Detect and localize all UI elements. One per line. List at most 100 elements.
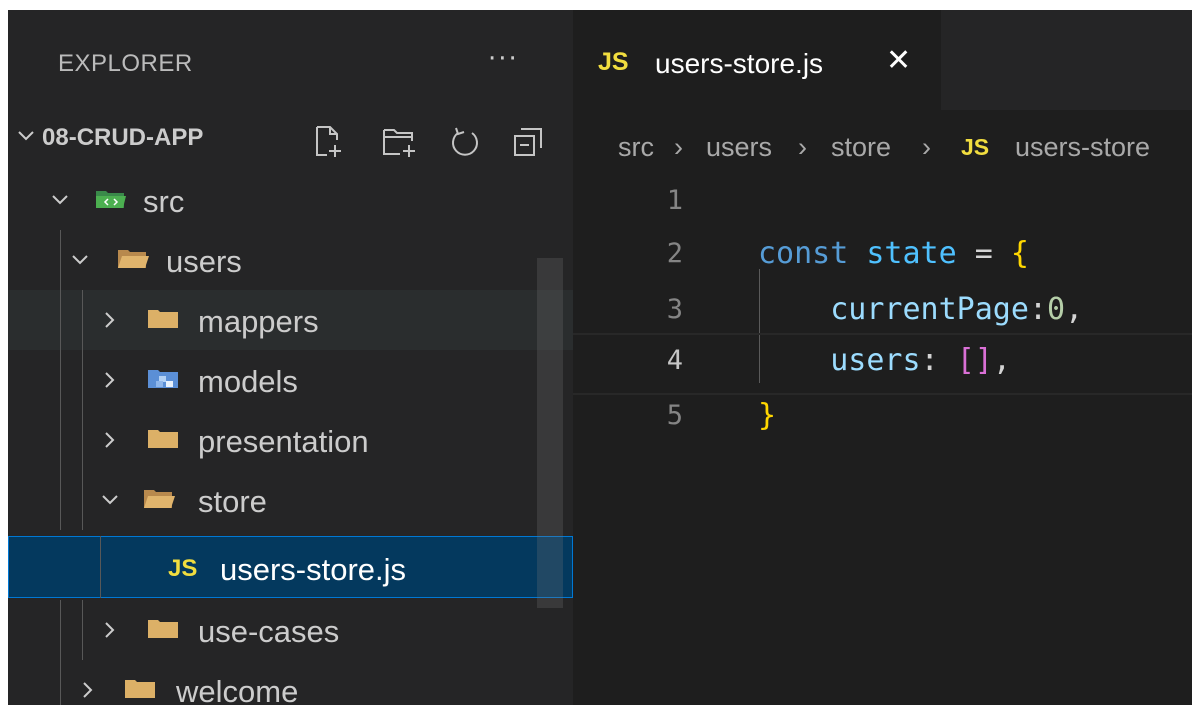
tab-bar: JS users-store.js ✕: [573, 10, 1192, 110]
identifier: state: [866, 236, 957, 271]
folder-icon: [148, 620, 178, 638]
indent-guide: [60, 230, 61, 290]
tree-item-models[interactable]: models: [8, 350, 573, 410]
line-number: 3: [666, 294, 683, 325]
code-text: users: [],: [758, 343, 1011, 378]
indent-guide: [60, 600, 61, 660]
line-number: 4: [666, 345, 683, 376]
tree-item-use-cases[interactable]: use-cases: [8, 600, 573, 660]
tree-item-welcome[interactable]: welcome: [8, 660, 573, 705]
close-icon[interactable]: ✕: [886, 43, 911, 78]
explorer-header: EXPLORER ···: [8, 10, 573, 110]
indent-guide: [82, 470, 83, 530]
punctuation: ,: [992, 343, 1011, 378]
code-editor[interactable]: 1 2 const state = { 3 currentPage:0, 4 u…: [573, 175, 1192, 705]
property: currentPage: [830, 292, 1029, 327]
bracket: {: [1010, 236, 1029, 271]
tab-users-store-js[interactable]: JS users-store.js ✕: [573, 10, 941, 110]
tree-item-presentation[interactable]: presentation: [8, 410, 573, 470]
chevron-right-icon: [105, 372, 115, 388]
folder-icon: [125, 680, 155, 698]
indent-guide: [82, 290, 83, 350]
code-line-4-current: 4 users: [],: [573, 333, 1192, 395]
chevron-right-icon: [105, 432, 115, 448]
indent-guide: [82, 350, 83, 410]
tree-label: welcome: [176, 674, 299, 705]
tree-label: use-cases: [198, 614, 340, 649]
tree-label: users-store.js: [220, 552, 407, 587]
chevron-right-icon: [105, 312, 115, 328]
project-header[interactable]: 08-CRUD-APP: [8, 110, 573, 170]
code-text: currentPage:0,: [758, 292, 1083, 327]
folder-icon: [148, 310, 178, 328]
refresh-icon[interactable]: [448, 124, 482, 160]
folder-open-icon: [118, 250, 149, 268]
indent-guide: [100, 536, 101, 598]
vscode-window: EXPLORER ··· 08-CRUD-APP src users mappe…: [8, 10, 1192, 705]
indent-guide: [60, 350, 61, 410]
collapse-all-icon[interactable]: [510, 124, 546, 160]
folder-icon: [148, 430, 178, 448]
chevron-right-icon: ›: [922, 132, 931, 162]
tree-label: src: [143, 184, 185, 219]
models-folder-icon: [148, 370, 178, 388]
punctuation: ,: [1065, 292, 1084, 327]
explorer-title: EXPLORER: [58, 50, 193, 77]
line-number: 2: [666, 238, 683, 269]
line-number: 5: [666, 400, 683, 431]
number: 0: [1047, 292, 1066, 327]
tree-item-src[interactable]: src: [8, 170, 573, 230]
breadcrumb-item-store[interactable]: store: [831, 132, 891, 163]
src-folder-icon: [96, 191, 126, 208]
tab-label: users-store.js: [655, 48, 824, 79]
chevron-down-icon: [72, 255, 88, 265]
breadcrumb: src › users › store › JS users-store: [573, 110, 1192, 175]
punctuation: :: [920, 343, 939, 378]
js-file-icon: JS: [168, 555, 198, 582]
operator: =: [974, 236, 993, 271]
code-text: }: [758, 398, 776, 433]
more-actions-button[interactable]: ···: [488, 44, 519, 74]
code-text: const state = {: [758, 236, 1029, 271]
indent-guide: [60, 410, 61, 470]
chevron-right-icon: ›: [798, 132, 807, 162]
tree-item-users[interactable]: users: [8, 230, 573, 290]
bracket: }: [758, 398, 777, 433]
tree-item-users-store-js[interactable]: JS users-store.js: [8, 536, 573, 598]
sidebar-scrollbar[interactable]: [537, 258, 563, 608]
indent-guide: [82, 600, 83, 660]
chevron-right-icon: ›: [674, 132, 683, 162]
tree-item-store[interactable]: store: [8, 470, 573, 530]
tree-label: users: [166, 244, 242, 279]
chevron-right-icon: [105, 622, 115, 638]
code-line-5: 5 }: [573, 390, 1192, 448]
indent-guide: [82, 410, 83, 470]
code-line-2: 2 const state = {: [573, 228, 1192, 286]
indent-guide: [60, 660, 61, 705]
folder-open-icon: [144, 490, 175, 508]
indent-guide: [60, 470, 61, 530]
tree-label: store: [198, 484, 267, 519]
punctuation: :: [1028, 292, 1047, 327]
line-number: 1: [666, 185, 683, 216]
chevron-down-icon[interactable]: [16, 126, 36, 146]
keyword: const: [758, 236, 849, 271]
breadcrumb-item-src[interactable]: src: [618, 132, 654, 163]
property: users: [830, 343, 921, 378]
chevron-down-icon: [52, 195, 68, 205]
breadcrumb-item-users[interactable]: users: [706, 132, 772, 163]
tree-label: mappers: [198, 304, 319, 339]
new-folder-icon[interactable]: [380, 124, 420, 160]
breadcrumb-item-file[interactable]: users-store: [1015, 132, 1150, 163]
tree-item-mappers[interactable]: mappers: [8, 290, 573, 350]
js-file-icon: JS: [961, 134, 990, 160]
code-line-1: 1: [573, 175, 1192, 233]
chevron-right-icon: [83, 682, 93, 698]
explorer-sidebar: EXPLORER ··· 08-CRUD-APP src users mappe…: [8, 10, 573, 705]
tree-label: models: [198, 364, 298, 399]
bracket: [: [956, 343, 975, 378]
indent-guide: [60, 290, 61, 350]
new-file-icon[interactable]: [310, 124, 346, 160]
js-file-icon: JS: [598, 48, 629, 76]
tree-label: presentation: [198, 424, 369, 459]
